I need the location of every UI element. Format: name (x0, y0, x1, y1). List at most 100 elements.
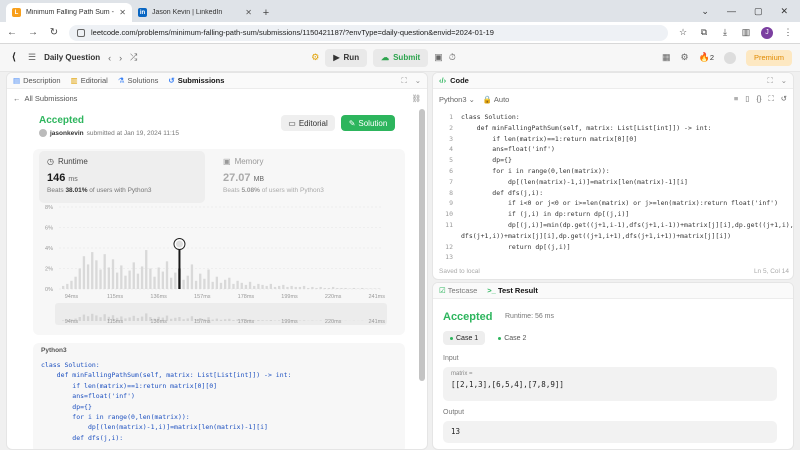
tab-label: Testcase (447, 286, 478, 295)
back-icon[interactable]: ← (6, 27, 18, 38)
browser-tab-linkedin[interactable]: in Jason Kevin | LinkedIn ✕ (132, 3, 258, 22)
histogram-bar (277, 285, 281, 289)
beats-prefix: Beats (223, 187, 240, 194)
overview-bar (219, 319, 223, 321)
tab-editorial[interactable]: ▥ Editorial (71, 76, 108, 85)
forward-icon[interactable]: → (27, 27, 39, 38)
user-avatar[interactable] (39, 129, 47, 137)
test-runtime: Runtime: 56 ms (505, 313, 555, 320)
back-arrow-icon[interactable]: ← (13, 94, 21, 103)
histogram-bar (294, 286, 297, 289)
expand-icon[interactable]: ⛶ (767, 76, 772, 86)
side-panel-icon[interactable]: ▥ (740, 27, 752, 38)
tab-test-result[interactable]: >_ Test Result (487, 286, 538, 295)
layout-icon[interactable]: ▦ (662, 52, 671, 63)
code-editor[interactable]: 1 class Solution: 2 def minFallingPathSum(… (433, 109, 793, 259)
book-icon: ▭ (288, 118, 296, 128)
histogram-bar (70, 280, 73, 289)
overview-bar (136, 318, 140, 321)
auto-mode[interactable]: 🔒 Auto (483, 95, 509, 104)
tab-description[interactable]: ▤ Description (13, 76, 61, 85)
overview-bar (178, 317, 181, 321)
histogram-bar (257, 283, 260, 289)
submitted-code: class Solution: def minFallingPathSum(se… (41, 360, 397, 443)
premium-button[interactable]: Premium (745, 49, 792, 66)
maximize-icon[interactable]: ▢ (754, 6, 763, 17)
code-line: def minFallingPathSum(self, matrix: List… (41, 371, 292, 380)
fullscreen-icon[interactable]: ⛶ (768, 94, 773, 104)
new-tab-button[interactable]: + (258, 3, 274, 22)
solution-button[interactable]: ✎ Solution (341, 115, 395, 131)
prev-problem-icon[interactable]: ‹ (108, 53, 111, 63)
close-window-icon[interactable]: ✕ (780, 6, 788, 17)
run-button[interactable]: ▶ Run (325, 48, 368, 67)
collapse-icon[interactable]: ⌄ (781, 76, 787, 86)
language-select[interactable]: Python3 ⌄ (439, 95, 475, 104)
profile-avatar[interactable]: J (761, 26, 773, 39)
tab-testcase[interactable]: ☑ Testcase (439, 286, 477, 295)
expand-icon[interactable]: ⛶ (401, 76, 406, 86)
settings-gear-icon[interactable]: ⚙ (681, 52, 689, 63)
close-tab-icon[interactable]: ✕ (245, 8, 252, 17)
problem-list-icon[interactable]: ☰ (28, 52, 36, 63)
line-number: 4 (449, 145, 453, 154)
code-line: def minFallingPathSum(self, matrix: List… (461, 123, 712, 132)
reset-icon[interactable]: ↺ (781, 94, 787, 104)
histogram-bar (161, 271, 165, 289)
download-icon[interactable]: ⤓ (719, 27, 731, 38)
close-tab-icon[interactable]: ✕ (119, 8, 126, 17)
username[interactable]: jasonkevin (50, 130, 84, 137)
line-number: 11 (445, 221, 453, 229)
overview-bar (124, 318, 127, 321)
histogram-bar (74, 276, 77, 289)
case-tab-1[interactable]: Case 1 (443, 331, 486, 345)
histogram-bar (307, 287, 310, 289)
runtime-card[interactable]: ◷ Runtime 146 ms Beats 38.01% of users wi… (39, 151, 205, 203)
streak-flame-icon[interactable]: 🔥2 (699, 52, 714, 63)
histogram-bar (169, 277, 173, 289)
menu-kebab-icon[interactable]: ⋮ (782, 27, 794, 38)
runtime-label: Runtime (57, 157, 88, 166)
highlight-bar-line (178, 249, 181, 289)
link-icon[interactable]: ⛓ (411, 94, 421, 103)
overview-tick-label: 115ms (107, 319, 123, 325)
line-number: 6 (449, 167, 453, 175)
next-problem-icon[interactable]: › (119, 53, 122, 63)
runtime-beats: 38.01% (65, 187, 88, 194)
url-field[interactable]: leetcode.com/problems/minimum-falling-pa… (69, 24, 668, 41)
daily-question-link[interactable]: Daily Question (44, 53, 100, 62)
bookmark-star-icon[interactable]: ☆ (677, 27, 689, 38)
bookmark-icon[interactable]: ▯ (745, 94, 749, 104)
collapse-icon[interactable]: ⌄ (415, 76, 421, 86)
format-icon[interactable]: ≡ (734, 94, 738, 104)
runtime-unit: ms (68, 176, 78, 183)
memory-card[interactable]: ▣ Memory 27.07 MB Beats 5.08% of users wi… (215, 151, 385, 203)
histogram-bar (128, 270, 131, 289)
editorial-button[interactable]: ▭ Editorial (281, 115, 335, 131)
browser-tab-leetcode[interactable]: L Minimum Falling Path Sum - Le ✕ (6, 3, 132, 22)
runtime-distribution-chart[interactable]: 8% 6% 4% 2% 0% 94ms 115ms 136ms 157ms 178ms 199ms 2… (33, 203, 405, 335)
timer-icon[interactable]: ⏱ (449, 52, 456, 63)
reload-icon[interactable]: ↻ (48, 27, 60, 38)
notes-icon[interactable]: ▣ (434, 52, 443, 63)
histogram-bar (269, 283, 273, 289)
submit-button[interactable]: ☁ Submit (373, 48, 429, 67)
histogram-bar (315, 287, 318, 289)
tab-label: Editorial (80, 76, 108, 85)
debug-icon[interactable]: ⚙ (311, 52, 319, 63)
tab-solutions[interactable]: ⚗ Solutions (118, 76, 159, 85)
tab-submissions[interactable]: ↺ Submissions (168, 76, 224, 85)
case-tab-2[interactable]: Case 2 (491, 331, 533, 345)
tab-search-icon[interactable]: ⌄ (701, 6, 709, 17)
extensions-icon[interactable]: ⧉ (698, 27, 710, 38)
left-scrollbar[interactable] (419, 109, 425, 381)
leetcode-logo-icon[interactable]: ⟨ (8, 52, 20, 64)
braces-icon[interactable]: {} (756, 94, 761, 104)
minimize-icon[interactable]: — (727, 6, 736, 16)
cursor-position: Ln 5, Col 14 (753, 267, 789, 275)
site-info-icon[interactable] (77, 28, 85, 37)
overview-bar (261, 320, 264, 321)
all-submissions-link[interactable]: All Submissions (25, 94, 78, 103)
user-avatar-icon[interactable] (723, 51, 736, 64)
shuffle-icon[interactable]: ⤮ (130, 52, 137, 63)
